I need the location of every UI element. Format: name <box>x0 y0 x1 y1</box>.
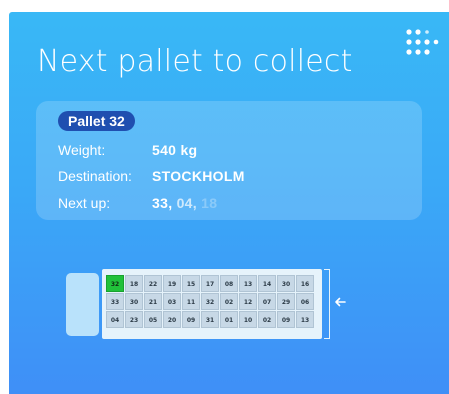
pallet-cell[interactable]: 11 <box>182 293 200 310</box>
trailer-door-bracket <box>324 269 330 339</box>
next-up-item: 04 <box>176 195 193 211</box>
pallet-cell[interactable]: 32 <box>201 293 219 310</box>
pallet-cell[interactable]: 03 <box>163 293 181 310</box>
pallet-cell[interactable]: 06 <box>296 293 314 310</box>
next-up-item: 18 <box>201 195 218 211</box>
pallet-cell[interactable]: 17 <box>201 275 219 292</box>
next-up-label: Next up: <box>58 195 111 211</box>
pallet-cell[interactable]: 29 <box>277 293 295 310</box>
pallet-cell[interactable]: 31 <box>201 311 219 328</box>
pallet-cell[interactable]: 33 <box>106 293 124 310</box>
arrow-left-icon <box>335 297 346 307</box>
pallet-cell[interactable]: 09 <box>182 311 200 328</box>
pallet-cell[interactable]: 10 <box>239 311 257 328</box>
pallet-cell[interactable]: 16 <box>296 275 314 292</box>
pallet-cell[interactable]: 05 <box>144 311 162 328</box>
truck-trailer: 32 18 22 19 15 17 08 13 14 30 16 33 30 21 03 11 32 02 12 07… <box>102 269 322 339</box>
weight-value: 540 kg <box>152 142 198 158</box>
truck-cab <box>66 273 99 336</box>
pallet-cell[interactable]: 13 <box>239 275 257 292</box>
pallet-cell[interactable]: 21 <box>144 293 162 310</box>
pallet-cell[interactable]: 07 <box>258 293 276 310</box>
pallet-cell[interactable]: 18 <box>125 275 143 292</box>
pallet-grid: 32 18 22 19 15 17 08 13 14 30 16 33 30 21 03 11 32 02 12 07… <box>106 275 314 328</box>
next-pallet-card: Next pallet to collect Pallet 32 Weight:… <box>9 12 449 394</box>
truck-load-map: 32 18 22 19 15 17 08 13 14 30 16 33 30 21 03 11 32 02 12 07… <box>66 269 346 339</box>
pallet-cell[interactable]: 01 <box>220 311 238 328</box>
pallet-cell-active[interactable]: 32 <box>106 275 124 292</box>
page: Next pallet to collect Pallet 32 Weight:… <box>0 0 449 394</box>
destination-value: STOCKHOLM <box>152 168 245 184</box>
next-up-item: 33 <box>152 195 169 211</box>
pallet-cell[interactable]: 22 <box>144 275 162 292</box>
dot-grid-logo-icon <box>406 29 439 55</box>
page-title: Next pallet to collect <box>37 44 353 79</box>
destination-label: Destination: <box>58 168 132 184</box>
pallet-cell[interactable]: 30 <box>125 293 143 310</box>
pallet-cell[interactable]: 15 <box>182 275 200 292</box>
pallet-cell[interactable]: 20 <box>163 311 181 328</box>
pallet-cell[interactable]: 30 <box>277 275 295 292</box>
pallet-cell[interactable]: 12 <box>239 293 257 310</box>
pallet-cell[interactable]: 09 <box>277 311 295 328</box>
pallet-cell[interactable]: 14 <box>258 275 276 292</box>
pallet-cell[interactable]: 08 <box>220 275 238 292</box>
pallet-cell[interactable]: 02 <box>258 311 276 328</box>
pallet-badge: Pallet 32 <box>58 111 135 131</box>
pallet-cell[interactable]: 19 <box>163 275 181 292</box>
pallet-cell[interactable]: 04 <box>106 311 124 328</box>
pallet-cell[interactable]: 13 <box>296 311 314 328</box>
pallet-info-panel: Pallet 32 Weight: 540 kg Destination: ST… <box>36 101 422 220</box>
next-up-values: 33, 04, 18 <box>152 195 218 211</box>
pallet-cell[interactable]: 23 <box>125 311 143 328</box>
pallet-cell[interactable]: 02 <box>220 293 238 310</box>
weight-label: Weight: <box>58 142 106 158</box>
